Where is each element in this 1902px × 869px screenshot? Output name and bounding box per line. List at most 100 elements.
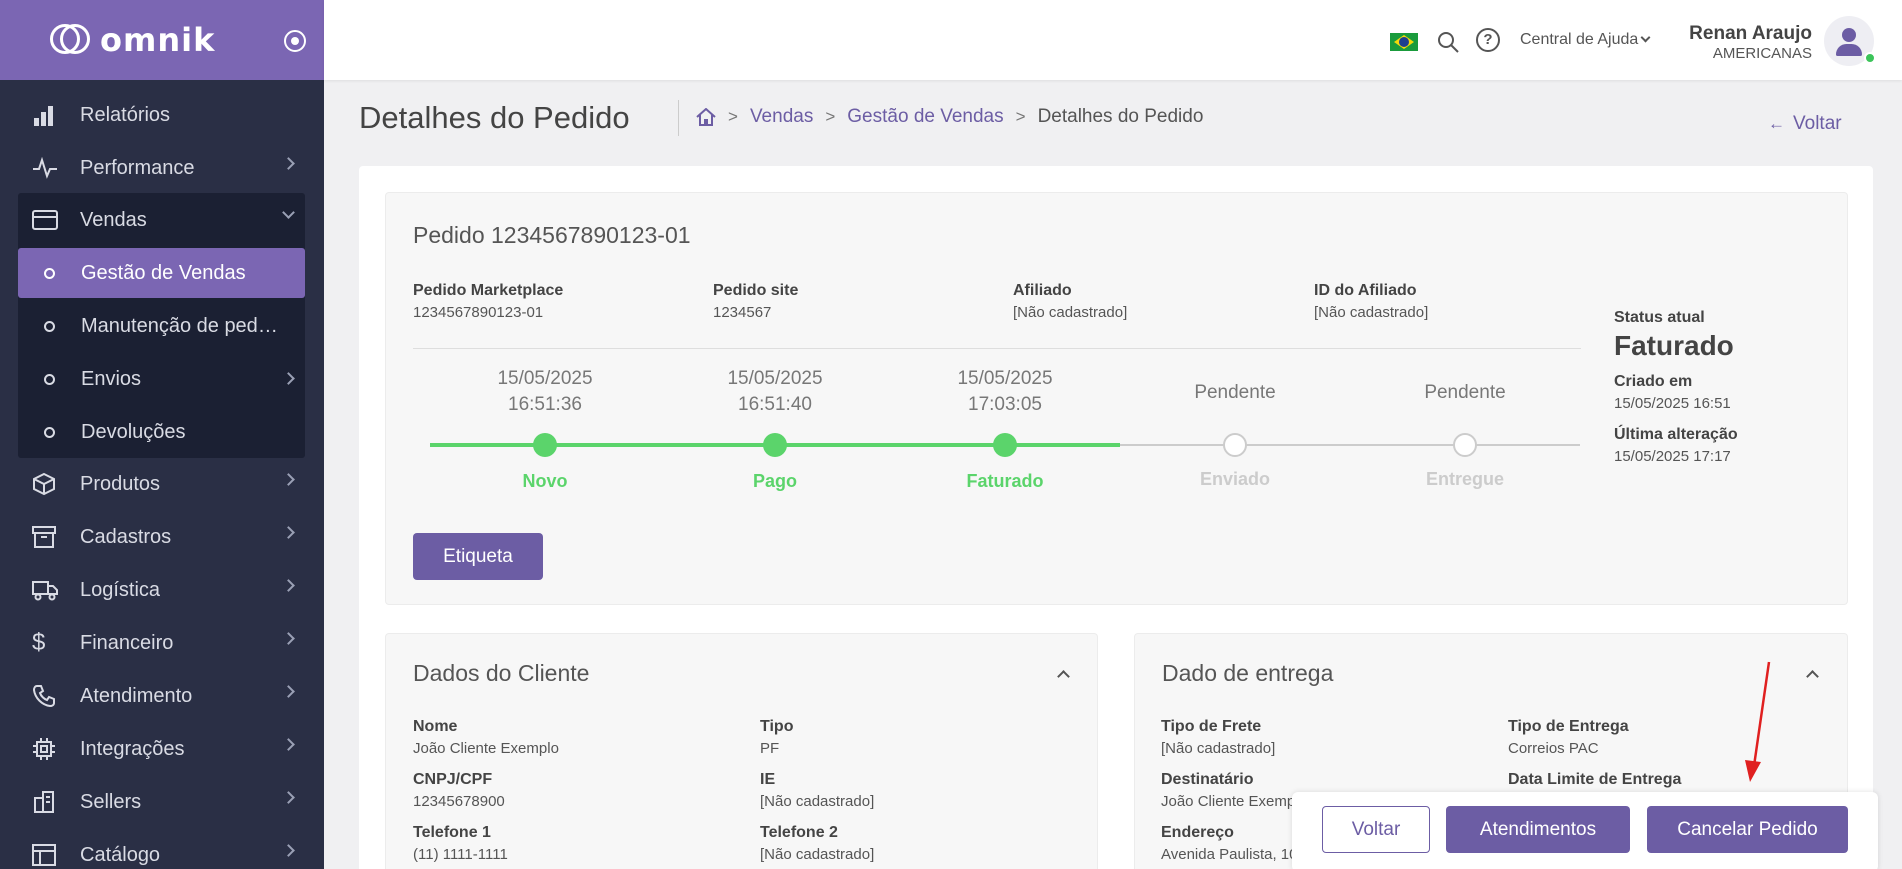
- chevron-right-icon: [282, 372, 295, 385]
- field-value: [Não cadastrado]: [1314, 304, 1429, 321]
- sidebar-item-sellers[interactable]: Sellers: [18, 777, 305, 827]
- breadcrumb-vendas[interactable]: Vendas: [750, 106, 813, 128]
- field-label: ID do Afiliado: [1314, 282, 1417, 299]
- sidebar-item-label: Cadastros: [80, 525, 172, 548]
- online-status-icon: [1864, 52, 1876, 64]
- timeline-step-label: Pago: [752, 471, 797, 491]
- circle-icon: [44, 426, 55, 438]
- breadcrumb-gestao[interactable]: Gestão de Vendas: [847, 106, 1003, 128]
- field-value: (11) 1111-1111: [413, 846, 508, 863]
- field-label: Endereço: [1161, 824, 1234, 841]
- sidebar-subitem-gestao-de-vendas[interactable]: Gestão de Vendas: [18, 248, 305, 298]
- chevron-right-icon: [282, 791, 295, 804]
- sidebar-item-label: Relatórios: [80, 103, 171, 126]
- field-value: [Não cadastrado]: [760, 793, 875, 810]
- sidebar-item-atendimento[interactable]: Atendimento: [18, 671, 305, 721]
- sidebar-item-catalogo[interactable]: Catálogo: [18, 830, 305, 869]
- field-label: Afiliado: [1013, 282, 1072, 299]
- sidebar-subitem-manutencao[interactable]: Manutenção de pedidos: [18, 301, 305, 351]
- sidebar-subitem-envios[interactable]: Envios: [18, 354, 305, 404]
- timeline-step-dot: [533, 433, 557, 457]
- circle-icon: [44, 267, 55, 279]
- label-button[interactable]: Etiqueta: [413, 533, 543, 580]
- field-value: João Cliente Exemplo: [1161, 793, 1307, 810]
- field-label: Nome: [413, 718, 458, 735]
- status-badge: Faturado: [1614, 330, 1734, 361]
- delivery-panel-title: Dado de entrega: [1162, 660, 1334, 686]
- sidebar-item-label: Produtos: [80, 472, 161, 495]
- user-icon: [1842, 28, 1856, 42]
- cancel-order-button[interactable]: Cancelar Pedido: [1647, 806, 1848, 853]
- chevron-right-icon: [282, 685, 295, 698]
- circle-icon: [44, 373, 55, 385]
- tickets-button[interactable]: Atendimentos: [1446, 806, 1630, 853]
- timeline-date-time: 16:51:40: [738, 394, 812, 415]
- field-label: Destinatário: [1161, 771, 1254, 788]
- field-value: Correios PAC: [1508, 740, 1599, 757]
- order-title: Pedido 1234567890123-01: [413, 222, 691, 248]
- truck-icon: [32, 579, 62, 601]
- user-company: AMERICANAS: [1712, 45, 1812, 62]
- breadcrumb-separator: >: [825, 107, 836, 126]
- divider: [678, 100, 679, 136]
- timeline-step-dot: [763, 433, 787, 457]
- sidebar-item-produtos[interactable]: Produtos: [18, 459, 305, 509]
- timeline-date-day: 15/05/2025: [727, 368, 823, 389]
- sidebar-item-financeiro[interactable]: $ Financeiro: [18, 618, 305, 668]
- field-value: João Cliente Exemplo: [413, 740, 559, 757]
- field-value: 1234567: [713, 304, 772, 321]
- sidebar-toggle-icon[interactable]: [284, 30, 306, 52]
- chevron-right-icon: [282, 632, 295, 645]
- arrow-left-icon: ←: [1768, 114, 1785, 133]
- sidebar-subitem-label: Manutenção de pedidos: [81, 314, 281, 337]
- field-label: CNPJ/CPF: [413, 771, 493, 788]
- timeline-step-label: Novo: [522, 471, 568, 491]
- timeline-date: Pendente: [1194, 382, 1276, 403]
- brazil-flag-icon[interactable]: [1390, 33, 1418, 51]
- archive-icon: [32, 526, 62, 548]
- timeline-date-time: 17:03:05: [968, 394, 1042, 415]
- building-icon: [32, 790, 62, 814]
- sidebar-item-relatorios[interactable]: Relatórios: [18, 90, 305, 140]
- field-label: Telefone 2: [760, 824, 838, 841]
- help-center-dropdown[interactable]: Central de Ajuda: [1520, 31, 1651, 49]
- timeline-step-label: Enviado: [1199, 469, 1270, 489]
- timeline-date: 15/05/2025 16:51:40: [695, 366, 855, 418]
- timeline-date: Pendente: [1424, 382, 1506, 403]
- phone-icon: [32, 684, 62, 708]
- timeline-date: 15/05/2025 17:03:05: [925, 366, 1085, 418]
- timeline-date-day: 15/05/2025: [957, 368, 1053, 389]
- sidebar-item-cadastros[interactable]: Cadastros: [18, 512, 305, 562]
- field-value: [Não cadastrado]: [1013, 304, 1128, 321]
- timeline-date: 15/05/2025 16:51:36: [465, 366, 625, 418]
- created-label: Criado em: [1614, 373, 1693, 390]
- chip-icon: [32, 737, 62, 761]
- back-link[interactable]: ← Voltar: [1768, 113, 1842, 135]
- sidebar-item-performance[interactable]: Performance: [18, 143, 305, 193]
- top-bar: ? Central de Ajuda Renan Araujo AMERICAN…: [324, 0, 1902, 80]
- search-icon[interactable]: [1436, 30, 1460, 59]
- home-icon[interactable]: [696, 107, 716, 126]
- help-icon[interactable]: ?: [1476, 28, 1500, 52]
- field-label: Tipo: [760, 718, 794, 735]
- sidebar-item-label: Performance: [80, 156, 195, 179]
- user-icon-body: [1836, 44, 1862, 56]
- breadcrumb-separator: >: [728, 107, 738, 126]
- field-value: [Não cadastrado]: [760, 846, 875, 863]
- field-value: [Não cadastrado]: [1161, 740, 1276, 757]
- action-bar: Voltar Atendimentos Cancelar Pedido: [1292, 792, 1878, 869]
- chevron-right-icon: [282, 738, 295, 751]
- sidebar-item-logistica[interactable]: Logística: [18, 565, 305, 615]
- field-label: Pedido Marketplace: [413, 282, 564, 299]
- sidebar: omnik Relatórios Performance Vendas Gest…: [0, 0, 324, 869]
- sidebar-item-vendas[interactable]: Vendas: [18, 195, 305, 245]
- timeline-step-dot: [1453, 433, 1477, 457]
- user-name[interactable]: Renan Araujo: [1689, 23, 1812, 45]
- back-button[interactable]: Voltar: [1322, 806, 1430, 853]
- status-label: Status atual: [1614, 309, 1705, 326]
- sidebar-subitem-devolucoes[interactable]: Devoluções: [18, 407, 305, 457]
- avatar[interactable]: [1824, 16, 1876, 66]
- pulse-icon: [32, 157, 62, 179]
- sidebar-item-integracoes[interactable]: Integrações: [18, 724, 305, 774]
- sidebar-subitem-label: Gestão de Vendas: [81, 261, 246, 284]
